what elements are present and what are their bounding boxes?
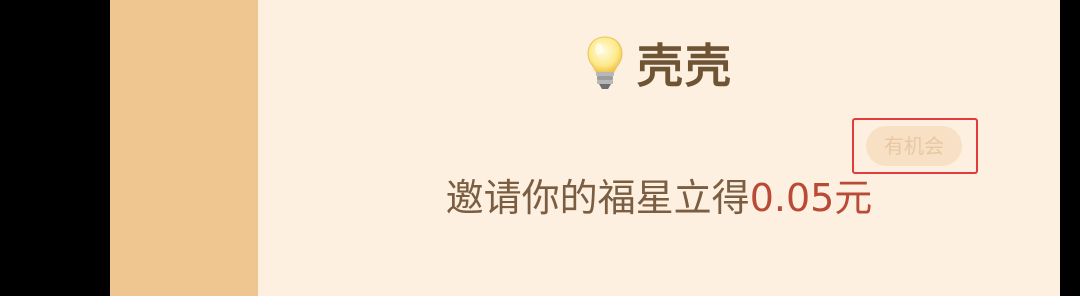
card-frame: 壳壳 有机会 邀请你的福星立得0.05元 [110,0,1060,296]
lightbulb-icon [587,36,623,89]
invite-text: 邀请你的福星立得 [445,176,750,220]
card: 壳壳 有机会 邀请你的福星立得0.05元 [258,0,1060,296]
page-title: 壳壳 [637,39,733,93]
reward-amount: 0.05元 [749,176,873,220]
chance-badge[interactable]: 有机会 [866,126,962,166]
invite-message: 邀请你的福星立得0.05元 [258,170,1060,226]
card-header: 壳壳 [258,30,1060,96]
